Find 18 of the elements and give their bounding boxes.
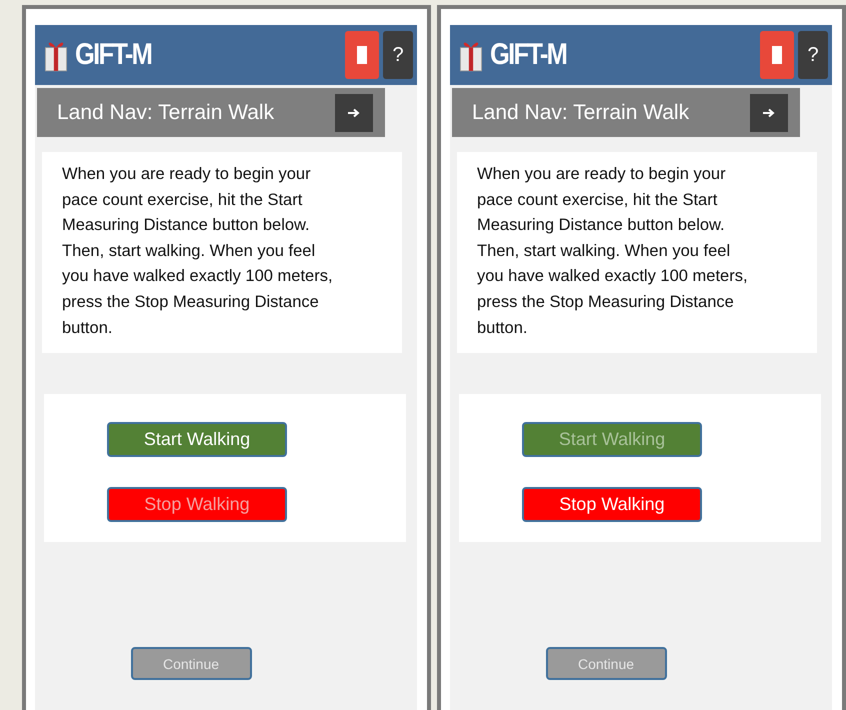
- instruction-text: When you are ready to begin your pace count exercise, hit the Start Measuring Distance button below. Then, start walking. When you feel you have walked exactly 100 meters, press the Stop Measuring Distance button.: [62, 164, 334, 339]
- lesson-title: Land Nav: Terrain Walk: [472, 100, 690, 124]
- lesson-title: Land Nav: Terrain Walk: [57, 100, 276, 124]
- arrow-right-icon: [348, 108, 360, 118]
- stop-button[interactable]: [345, 31, 379, 79]
- square-icon: [772, 46, 782, 64]
- app-title: GIFT-M: [75, 38, 152, 72]
- stop-walking-button[interactable]: Stop Walking: [522, 487, 702, 522]
- help-button[interactable]: ?: [383, 31, 413, 79]
- app-title: GIFT-M: [490, 38, 566, 72]
- square-icon: [357, 46, 367, 64]
- start-walking-button[interactable]: Start Walking: [107, 422, 287, 458]
- arrow-right-icon: [763, 108, 775, 118]
- help-button[interactable]: ?: [798, 31, 828, 79]
- next-button[interactable]: [335, 94, 373, 132]
- stop-button[interactable]: [760, 31, 794, 79]
- next-button[interactable]: [750, 94, 788, 132]
- instruction-text: When you are ready to begin your pace count exercise, hit the Start Measuring Distance button below. Then, start walking. When you feel you have walked exactly 100 meters, press the Stop Measuring Distance button.: [477, 164, 749, 339]
